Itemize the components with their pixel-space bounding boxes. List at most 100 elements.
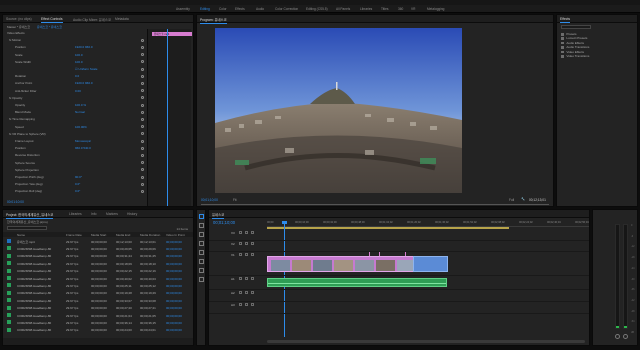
track-toggle-button[interactable] <box>239 242 242 245</box>
workspace-tab[interactable]: Assembly <box>176 7 190 11</box>
effect-property-row[interactable]: Projection Pitch (deg) 90.0° <box>3 175 147 180</box>
selection-tool[interactable] <box>199 214 204 219</box>
effect-property-row[interactable]: Blend Mode Normal <box>3 110 147 115</box>
effects-folder-item[interactable]: Lumetri Presets <box>561 36 587 40</box>
track-toggle-button[interactable] <box>239 303 242 306</box>
track-toggle-button[interactable] <box>251 291 254 294</box>
effect-property-row[interactable]: Reverse Distortion <box>3 153 147 158</box>
track-select-tool[interactable] <box>199 223 204 228</box>
effect-property-row[interactable]: fx VR Plane to Sphere (VR) <box>3 132 147 137</box>
effects-folder-item[interactable]: Video Effects <box>561 50 584 54</box>
fit-dropdown[interactable]: Fit <box>233 198 237 202</box>
workspace-tab[interactable]: Color Correction <box>275 7 298 11</box>
effect-property-row[interactable]: Opacity 100.0 % <box>3 103 147 108</box>
slip-tool[interactable] <box>199 250 204 255</box>
reset-icon[interactable] <box>141 146 144 150</box>
effect-property-row[interactable]: Scale Width 100.0 <box>3 60 147 65</box>
tab-project-panel[interactable]: History <box>127 212 137 216</box>
tab-project-panel[interactable]: Markers <box>106 212 118 216</box>
workspace-tab[interactable]: 360 <box>398 7 403 11</box>
tab-source-panel[interactable]: Metadata <box>115 17 129 21</box>
effect-property-row[interactable]: Projection Roll (deg) 0.0° <box>3 189 147 194</box>
effect-property-row[interactable]: Video Effects <box>3 31 147 36</box>
track-toggle-button[interactable] <box>251 277 254 280</box>
tab-source-panel[interactable]: Source: (no clips) <box>6 17 32 21</box>
track-toggle-button[interactable] <box>245 291 248 294</box>
pen-tool[interactable] <box>199 259 204 264</box>
effect-property-value[interactable]: 0.0° <box>75 189 80 193</box>
clip-marker[interactable] <box>405 252 406 256</box>
effect-property-row[interactable]: Projection Yaw (deg) 0.0° <box>3 182 147 187</box>
effect-property-value[interactable]: 0.0 <box>75 74 79 78</box>
effect-property-row[interactable]: Rotation 0.0 <box>3 74 147 79</box>
reset-icon[interactable] <box>141 74 144 78</box>
audio-clip[interactable] <box>267 278 447 287</box>
tab-program[interactable]: Program: 유네스코 <box>200 17 227 24</box>
project-search-input[interactable] <box>7 226 47 230</box>
timeline-ruler[interactable]: 00;00 00;00;16;00 00;00;32;00 00;00;48;00 00… <box>267 219 589 227</box>
track-toggle-button[interactable] <box>251 242 254 245</box>
track-name[interactable]: A3 <box>231 303 235 307</box>
workspace-tab[interactable]: Libraries <box>360 7 372 11</box>
effects-search-input[interactable] <box>561 25 591 29</box>
effect-clip-bar[interactable]: 유네스코.mp4 <box>152 32 192 36</box>
reset-icon[interactable] <box>141 89 144 93</box>
effect-property-row[interactable]: Sphere Projection <box>3 168 147 173</box>
workspace-tab[interactable]: Editing <box>200 7 210 11</box>
project-item-row[interactable]: C0002MSB Headlamp-80 29.97 fps 00;00;00;00… <box>3 326 193 334</box>
track-toggle-button[interactable] <box>239 291 242 294</box>
program-time-ruler[interactable] <box>201 204 549 206</box>
effect-property-value[interactable]: 100.0 <box>75 53 83 57</box>
track-toggle-button[interactable] <box>251 253 254 256</box>
tab-project-panel[interactable]: Info <box>91 212 97 216</box>
track-toggle-button[interactable] <box>251 303 254 306</box>
effect-property-row[interactable]: Scale 100.0 <box>3 53 147 58</box>
workspace-tab[interactable]: Effects <box>235 7 245 11</box>
effect-property-value[interactable]: 100.0 <box>75 60 83 64</box>
track-name[interactable]: A1 <box>231 277 235 281</box>
sequence-clip-label[interactable]: 유네스코 * 유네스코 <box>37 25 62 29</box>
track-toggle-button[interactable] <box>239 277 242 280</box>
effect-property-value[interactable]: Normal <box>75 110 85 114</box>
reset-icon[interactable] <box>141 117 144 121</box>
workspace-tab[interactable]: Audio <box>256 7 264 11</box>
track-toggle-button[interactable] <box>251 231 254 234</box>
tab-effects[interactable]: Effects <box>560 17 571 23</box>
workspace-tab[interactable]: Editing (CS5.5) <box>306 7 328 11</box>
meter-solo-button-left[interactable] <box>615 334 620 339</box>
effect-property-row[interactable]: Position 960.0 540.0 <box>3 146 147 151</box>
effect-property-value[interactable]: 0.0° <box>75 182 80 186</box>
reset-icon[interactable] <box>141 53 144 57</box>
quality-dropdown[interactable]: Full <box>509 198 514 202</box>
type-tool[interactable] <box>199 277 204 282</box>
effect-property-value[interactable]: 100.0 % <box>75 103 86 107</box>
effect-property-value[interactable]: 0.00 <box>75 89 81 93</box>
effect-property-row[interactable]: fx Motion <box>3 38 147 43</box>
effect-property-value[interactable]: Monoscopic <box>75 139 91 143</box>
tab-source-panel[interactable]: Effect Controls <box>41 17 63 23</box>
track-name[interactable]: A2 <box>231 291 235 295</box>
effects-folder-item[interactable]: Audio Effects <box>561 41 584 45</box>
reset-icon[interactable] <box>141 132 144 136</box>
reset-icon[interactable] <box>141 168 144 172</box>
track-toggle-button[interactable] <box>245 242 248 245</box>
workspace-tab[interactable]: Metalogging <box>427 7 444 11</box>
timeline-work-area[interactable] <box>267 227 509 229</box>
reset-icon[interactable] <box>141 45 144 49</box>
reset-icon[interactable] <box>141 153 144 157</box>
effect-property-row[interactable]: Anchor Point 1920.0 960.0 <box>3 81 147 86</box>
playhead-handle[interactable] <box>282 221 287 224</box>
track-toggle-button[interactable] <box>245 253 248 256</box>
track-name[interactable]: V1 <box>231 253 235 257</box>
effect-property-row[interactable]: Speed 100.00% <box>3 125 147 130</box>
workspace-tab[interactable]: Titles <box>381 7 389 11</box>
reset-icon[interactable] <box>141 139 144 143</box>
track-toggle-button[interactable] <box>245 277 248 280</box>
meter-solo-button-right[interactable] <box>623 334 628 339</box>
effect-playhead[interactable] <box>167 29 168 206</box>
reset-icon[interactable] <box>141 96 144 100</box>
effect-property-row[interactable]: Anti-flicker Filter 0.00 <box>3 89 147 94</box>
tab-project-panel[interactable]: Project: 한국의세계유산_유네스코 <box>6 212 54 219</box>
effects-folder-item[interactable]: Audio Transitions <box>561 45 589 49</box>
reset-icon[interactable] <box>141 182 144 186</box>
